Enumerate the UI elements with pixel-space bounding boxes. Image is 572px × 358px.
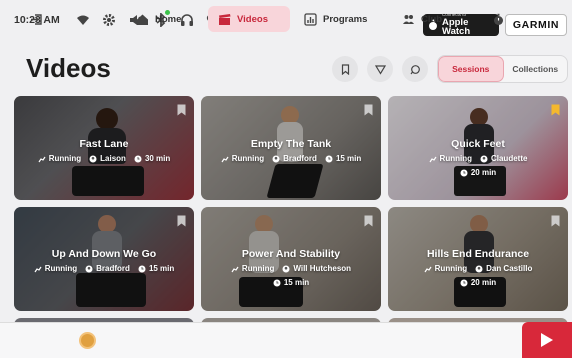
video-instructor: Will Hutcheson bbox=[293, 264, 352, 273]
video-duration: 20 min bbox=[470, 168, 497, 177]
video-title: Fast Lane bbox=[79, 138, 129, 150]
video-card[interactable]: Up And Down We Go Running Bradford 15 mi… bbox=[14, 207, 194, 311]
video-duration: 20 min bbox=[470, 278, 497, 287]
running-icon bbox=[221, 156, 229, 162]
video-title: Quick Feet bbox=[451, 138, 505, 150]
bookmark-icon[interactable] bbox=[177, 103, 186, 116]
video-instructor: Bradford bbox=[283, 154, 317, 163]
video-card[interactable]: Empty The Tank Running Bradford 15 min bbox=[201, 96, 381, 200]
instructor-icon bbox=[475, 265, 483, 272]
video-card[interactable]: Hills End Endurance Running Dan Castillo… bbox=[388, 207, 568, 311]
clock-icon bbox=[325, 155, 333, 162]
home-icon bbox=[137, 14, 148, 25]
programs-icon bbox=[304, 12, 317, 26]
club-icon bbox=[403, 14, 414, 24]
instructor-icon bbox=[85, 265, 93, 272]
filter-button[interactable] bbox=[367, 56, 393, 82]
wifi-icon bbox=[76, 13, 90, 27]
bookmark-icon[interactable] bbox=[364, 214, 373, 227]
play-icon bbox=[541, 333, 553, 347]
video-activity: Running bbox=[44, 264, 78, 273]
video-meta: Running Claudette bbox=[388, 154, 568, 163]
video-title: Power And Stability bbox=[241, 248, 341, 260]
running-icon bbox=[231, 266, 239, 272]
video-meta: Running Will Hutcheson bbox=[201, 264, 381, 273]
video-instructor: Laison bbox=[100, 154, 126, 163]
gear-icon[interactable] bbox=[102, 13, 116, 27]
bookmark-icon bbox=[341, 63, 349, 75]
instructor-icon bbox=[272, 155, 280, 162]
clock-icon bbox=[460, 169, 468, 176]
tab-collections[interactable]: Collections bbox=[504, 56, 568, 82]
running-icon bbox=[34, 266, 42, 272]
video-activity: Running bbox=[231, 154, 265, 163]
page-title: Videos bbox=[26, 53, 111, 83]
search-button[interactable] bbox=[402, 56, 428, 82]
tab-sessions[interactable]: Sessions bbox=[438, 56, 504, 82]
exit-button[interactable] bbox=[20, 6, 53, 32]
bookmark-icon[interactable] bbox=[551, 103, 560, 116]
instructor-icon bbox=[480, 155, 488, 162]
running-icon bbox=[429, 156, 437, 162]
clock-icon bbox=[138, 265, 146, 272]
video-duration: 15 min bbox=[283, 278, 310, 287]
view-segmented-control: Sessions Collections bbox=[437, 55, 568, 83]
video-instructor: Dan Castillo bbox=[486, 264, 533, 273]
video-meta: Running Laison 30 min bbox=[14, 154, 194, 163]
clock-icon bbox=[273, 279, 281, 286]
video-instructor: Bradford bbox=[96, 264, 130, 273]
bookmark-icon[interactable] bbox=[364, 103, 373, 116]
bookmark-icon[interactable] bbox=[177, 214, 186, 227]
video-duration: 15 min bbox=[148, 264, 175, 273]
video-card[interactable]: Power And Stability Running Will Hutches… bbox=[201, 207, 381, 311]
video-meta: Running Bradford 15 min bbox=[14, 264, 194, 273]
running-icon bbox=[38, 156, 46, 162]
clock-icon bbox=[134, 155, 142, 162]
nav-videos-label: Videos bbox=[237, 13, 268, 25]
exit-icon bbox=[31, 13, 42, 25]
running-icon bbox=[424, 266, 432, 272]
video-instructor: Claudette bbox=[490, 154, 528, 163]
video-activity: Running bbox=[439, 154, 472, 163]
video-activity: Running bbox=[241, 264, 275, 273]
video-activity: Running bbox=[434, 264, 468, 273]
video-meta: Running Bradford 15 min bbox=[201, 154, 381, 163]
nav-programs-label: Programs bbox=[323, 13, 368, 25]
video-meta-duration: 20 min bbox=[388, 168, 568, 177]
instructor-icon bbox=[89, 155, 97, 162]
nav-club[interactable]: Club bbox=[392, 6, 452, 32]
avatar[interactable] bbox=[79, 332, 96, 349]
video-activity: Running bbox=[48, 154, 82, 163]
clock-icon bbox=[460, 279, 468, 286]
video-card[interactable]: Fast Lane Running Laison 30 min bbox=[14, 96, 194, 200]
nav-home-label: Home bbox=[155, 13, 182, 25]
timer-button[interactable] bbox=[482, 6, 515, 32]
video-duration: 15 min bbox=[335, 154, 362, 163]
video-meta-duration: 15 min bbox=[201, 278, 381, 287]
video-meta: Running Dan Castillo bbox=[388, 264, 568, 273]
video-title: Hills End Endurance bbox=[426, 248, 530, 260]
video-meta-duration: 20 min bbox=[388, 278, 568, 287]
nav-club-label: Club bbox=[421, 13, 443, 25]
filter-icon bbox=[374, 64, 386, 75]
nav-home[interactable]: Home bbox=[126, 6, 191, 32]
nav-programs[interactable]: Programs bbox=[294, 6, 377, 32]
nav-videos[interactable]: Videos bbox=[208, 6, 290, 32]
stopwatch-icon bbox=[494, 13, 503, 25]
clapperboard-icon bbox=[219, 13, 231, 25]
bookmark-filter-button[interactable] bbox=[332, 56, 358, 82]
search-icon bbox=[410, 64, 420, 74]
video-title: Empty The Tank bbox=[250, 138, 332, 150]
video-title: Up And Down We Go bbox=[51, 248, 157, 260]
bookmark-icon[interactable] bbox=[551, 214, 560, 227]
start-button[interactable] bbox=[522, 322, 572, 358]
video-card[interactable]: Quick Feet Running Claudette 20 min bbox=[388, 96, 568, 200]
instructor-icon bbox=[282, 265, 290, 272]
video-duration: 30 min bbox=[144, 154, 171, 163]
